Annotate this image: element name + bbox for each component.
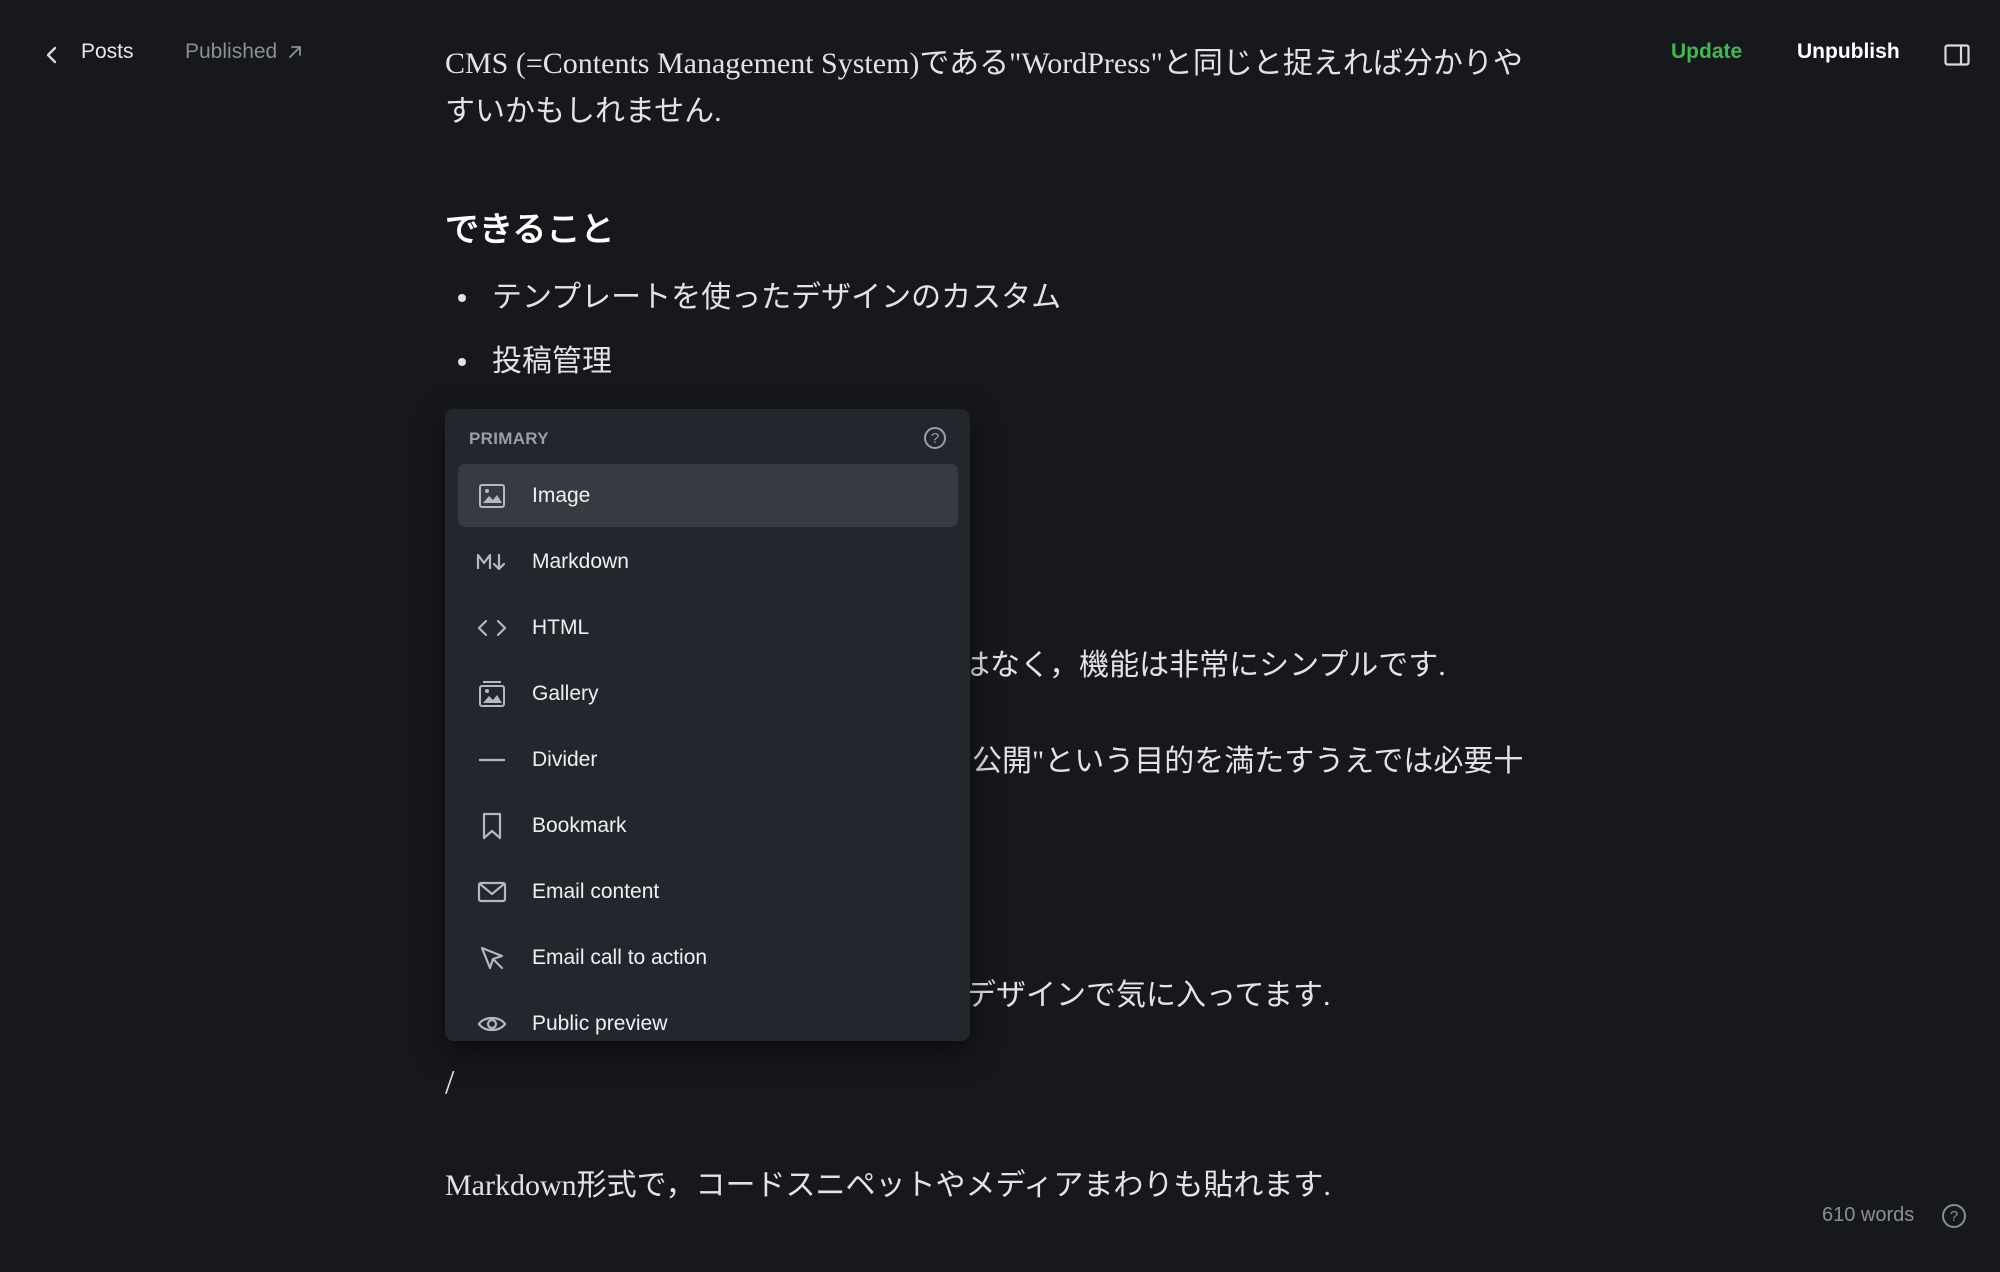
menu-item-image[interactable]: Image — [458, 464, 958, 527]
menu-item-html[interactable]: HTML — [458, 596, 958, 659]
back-chevron-icon[interactable] — [40, 42, 64, 68]
sidebar-toggle-icon[interactable] — [1944, 44, 1970, 66]
list-bullet — [458, 294, 466, 302]
intro-paragraph[interactable]: CMS (=Contents Management System)である"Wor… — [445, 40, 1545, 136]
menu-item-label: Public preview — [532, 1011, 668, 1035]
menu-item-email-content[interactable]: Email content — [458, 860, 958, 923]
menu-item-markdown[interactable]: Markdown — [458, 530, 958, 593]
paragraph-fragment[interactable]: はなく，機能は非常にシンプルです. — [960, 640, 1446, 684]
menu-item-email-cta[interactable]: Email call to action — [458, 926, 958, 989]
published-status-link[interactable]: Published — [185, 40, 303, 64]
menu-item-label: Email content — [532, 879, 660, 903]
code-icon — [474, 610, 510, 646]
menu-section-header: PRIMARY — [469, 429, 549, 448]
cursor-icon — [474, 940, 510, 976]
menu-item-bookmark[interactable]: Bookmark — [458, 794, 958, 857]
bookmark-icon — [474, 808, 510, 844]
menu-item-label: Bookmark — [532, 813, 627, 837]
unpublish-button[interactable]: Unpublish — [1797, 40, 1900, 64]
menu-item-label: HTML — [532, 615, 590, 639]
markdown-icon — [474, 544, 510, 580]
markdown-paragraph[interactable]: Markdown形式で，コードスニペットやメディアまわりも貼れます. — [445, 1160, 1331, 1204]
word-count: 610 words — [1822, 1204, 1915, 1226]
paragraph-fragment[interactable]: 公開"という目的を満たすうえでは必要十 — [972, 736, 1523, 780]
list-bullet — [458, 358, 466, 366]
list-item[interactable]: 投稿管理 — [492, 336, 612, 380]
menu-item-label: Email call to action — [532, 945, 708, 969]
slash-command-input[interactable]: / — [445, 1064, 454, 1102]
section-heading[interactable]: できること — [445, 202, 614, 251]
paragraph-fragment[interactable]: デザインで気に入ってます. — [966, 970, 1331, 1014]
gallery-icon — [474, 676, 510, 712]
help-icon[interactable]: ? — [924, 427, 946, 449]
menu-item-public-preview[interactable]: Public preview — [458, 992, 958, 1041]
menu-item-label: Markdown — [532, 549, 629, 573]
menu-item-gallery[interactable]: Gallery — [458, 662, 958, 725]
eye-icon — [474, 1006, 510, 1042]
menu-item-label: Gallery — [532, 681, 599, 705]
published-label: Published — [185, 40, 278, 63]
menu-item-divider[interactable]: Divider — [458, 728, 958, 791]
update-button[interactable]: Update — [1671, 40, 1742, 64]
menu-item-label: Image — [532, 483, 591, 507]
posts-link[interactable]: Posts — [81, 40, 134, 64]
mail-icon — [474, 874, 510, 910]
menu-item-label: Divider — [532, 747, 598, 771]
image-icon — [474, 478, 510, 514]
external-link-icon — [289, 46, 302, 58]
divider-icon — [474, 742, 510, 778]
help-icon[interactable]: ? — [1942, 1204, 1966, 1228]
list-item[interactable]: テンプレートを使ったデザインのカスタム — [492, 272, 1061, 316]
card-insert-menu: PRIMARY ? Image Markdown HTML Gallery Di… — [445, 409, 970, 1041]
